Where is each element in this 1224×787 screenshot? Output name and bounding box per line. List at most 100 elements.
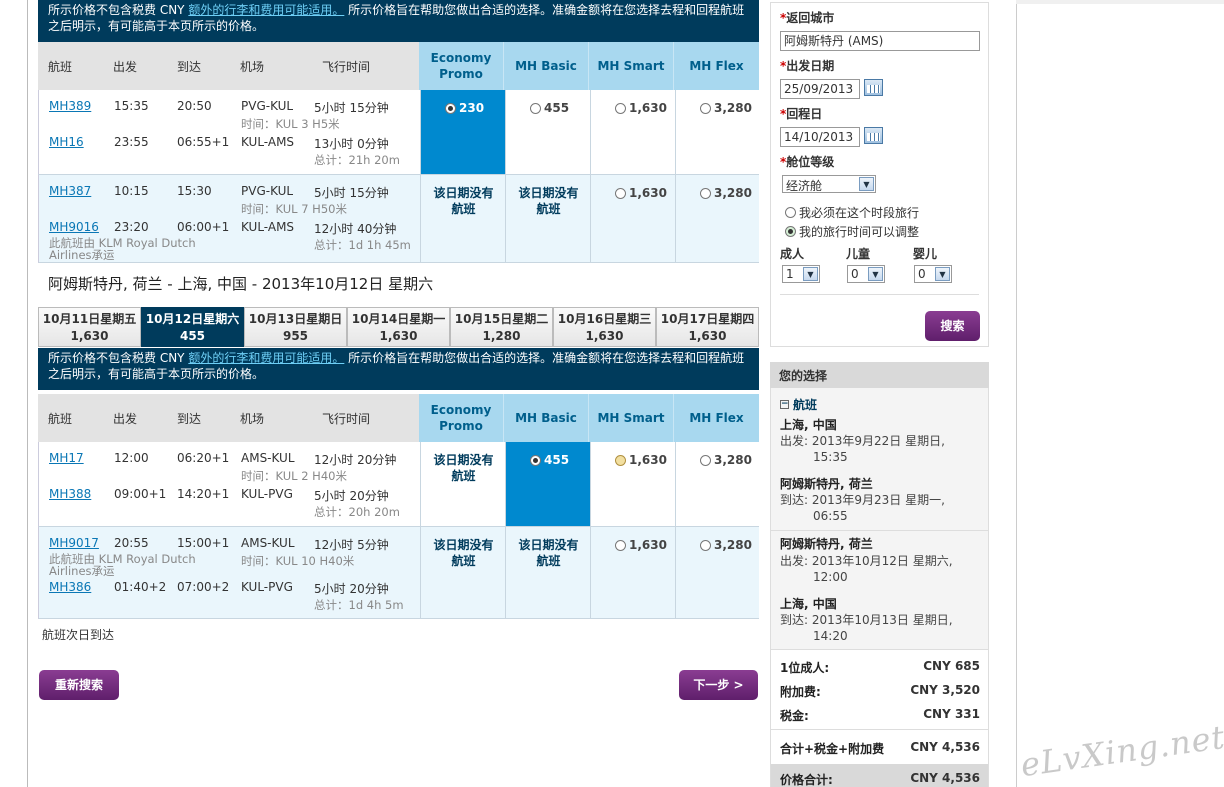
fare-cell[interactable]: 230 [420,90,505,174]
fare-radio[interactable] [530,102,541,114]
chevron-down-icon: ▼ [868,267,883,281]
departure-time: 09:00+1 [114,487,167,501]
fare-radio[interactable] [615,539,626,551]
fare-price: 1,630 [629,538,667,552]
fare-radio[interactable] [615,102,626,114]
date-tab[interactable]: 10月14日星期一 1,630 [347,307,450,347]
flight-section-toggle[interactable]: − 航班 [780,396,817,413]
option-fixed-time[interactable]: 我必须在这个时段旅行 [785,204,919,221]
return-date-input[interactable]: 14/10/2013 [780,127,860,147]
layover-note: 时间：KUL 10 H40米 [241,554,355,568]
fare-radio[interactable] [700,187,711,199]
arrival-time: 15:00+1 [177,536,230,550]
fare-cell[interactable]: 455 [505,442,590,526]
fare-radio[interactable] [700,454,711,466]
route: AMS-KUL [241,451,295,465]
flight-duration: 12小时 20分钟 [314,453,397,467]
date-tab[interactable]: 10月16日星期三 1,630 [553,307,656,347]
depart-date-input[interactable]: 25/09/2013 [780,79,860,99]
fare-cell[interactable]: 1,630 [590,527,675,618]
fare-cell[interactable]: 1,630 [590,175,675,262]
date-tab[interactable]: 10月17日星期四 1,630 [656,307,759,347]
fare-radio[interactable] [700,539,711,551]
segment-city: 阿姆斯特丹, 荷兰 [780,537,873,551]
fare-cell[interactable]: 455 [505,90,590,174]
infants-select[interactable]: 0 ▼ [914,265,952,283]
route: PVG-KUL [241,184,294,198]
segment-time: 到达: 2013年9月23日 星期一, [780,493,945,507]
arrival-time: 06:00+1 [177,220,230,234]
no-flight-text: 该日期没有航班 [518,538,579,568]
arrival-time: 15:30 [177,184,212,198]
fare-cell[interactable]: 3,280 [675,527,760,618]
date-tab[interactable]: 10月15日星期二 1,280 [450,307,553,347]
depart-date-label: *出发日期 [780,59,835,73]
date-tab-date: 10月12日星期六 [145,312,240,326]
segment-time: 12:00 [813,570,848,584]
date-tab[interactable]: 10月12日星期六 455 [141,307,244,347]
date-tab-date: 10月11日星期五 [42,312,137,326]
calendar-icon[interactable] [864,79,883,96]
notice-text: 之后明示，有可能高于本页所示的价格。 [48,367,265,381]
calendar-icon[interactable] [864,127,883,144]
arrival-time: 06:20+1 [177,451,230,465]
date-tabs: 10月11日星期五 1,630 10月12日星期六 455 10月13日星期日 955 10… [38,307,759,347]
flight-number-link[interactable]: MH17 [49,451,84,465]
no-flight-text: 该日期没有航班 [433,186,494,216]
fare-price: 230 [459,101,485,115]
total-duration: 总计：1d 1h 45m [314,238,411,252]
radio-button[interactable] [785,226,796,237]
date-tab-date: 10月15日星期二 [454,312,549,326]
summary-header: 您的选择 [770,362,989,388]
column-header-duration: 飞行时间 [322,59,371,74]
flight-number-link[interactable]: MH9017 [49,536,99,550]
adults-label: 成人 [780,247,805,261]
date-tab-date: 10月13日星期日 [248,312,343,326]
departure-time: 15:35 [114,99,149,113]
radio-button[interactable] [785,207,796,218]
flight-number-link[interactable]: MH389 [49,99,91,113]
cabin-class-select[interactable]: 经济舱 ▼ [782,175,876,193]
flight-number-link[interactable]: MH388 [49,487,91,501]
fare-cell[interactable]: 1,630 [590,442,675,526]
option-flexible-time[interactable]: 我的旅行时间可以调整 [785,223,919,240]
fare-radio[interactable] [615,454,626,466]
flight-option: MH389 15:35 20:50 PVG-KUL 5小时 15分钟 时间：KUL 3 H… [38,90,759,175]
date-tab[interactable]: 10月13日星期日 955 [244,307,347,347]
flight-number-link[interactable]: MH386 [49,580,91,594]
next-step-button[interactable]: 下一步 > [679,670,758,700]
date-tab-price: 1,280 [482,329,521,343]
watermark-logo: eLvXing.net [1018,717,1224,785]
date-tab[interactable]: 10月11日星期五 1,630 [38,307,141,347]
flight-number-link[interactable]: MH9016 [49,220,99,234]
date-tab-price: 455 [179,329,206,343]
fare-radio[interactable] [700,102,711,114]
route: KUL-AMS [241,220,295,234]
adults-select[interactable]: 1 ▼ [782,265,820,283]
baggage-fees-link[interactable]: 额外的行李和费用可能适用。 [188,351,344,365]
fare-cell[interactable]: 3,280 [675,90,760,174]
price-notice-inbound: 所示价格不包含税费 CNY 额外的行李和费用可能适用。 所示价格旨在帮助您做出合… [38,348,759,390]
flight-number-link[interactable]: MH16 [49,135,84,149]
cost-value: CNY 685 [923,659,980,673]
fare-radio[interactable] [445,102,456,114]
fare-radio[interactable] [530,454,541,466]
segment-time: 到达: 2013年10月13日 星期日, [780,613,953,627]
layover-note: 时间：KUL 7 H50米 [241,202,347,216]
baggage-fees-link[interactable]: 额外的行李和费用可能适用。 [188,3,344,17]
total-duration: 总计：1d 4h 5m [314,598,404,612]
return-city-input[interactable]: 阿姆斯特丹 (AMS) [780,31,980,51]
fare-radio[interactable] [615,187,626,199]
children-label: 儿童 [846,247,871,261]
children-select[interactable]: 0 ▼ [847,265,885,283]
fare-cell[interactable]: 3,280 [675,442,760,526]
fare-cell[interactable]: 1,630 [590,90,675,174]
inbound-table-header: 航班 出发 到达 机场 飞行时间 Economy Promo MH Basic MH Smar… [38,394,759,442]
search-button[interactable]: 搜索 [925,311,980,341]
research-button[interactable]: 重新搜索 [39,670,119,700]
cabin-class-label: *舱位等级 [780,155,835,169]
flight-duration: 5小时 15分钟 [314,186,389,200]
flight-number-link[interactable]: MH387 [49,184,91,198]
fare-cell: 该日期没有航班 [505,527,590,618]
fare-cell[interactable]: 3,280 [675,175,760,262]
